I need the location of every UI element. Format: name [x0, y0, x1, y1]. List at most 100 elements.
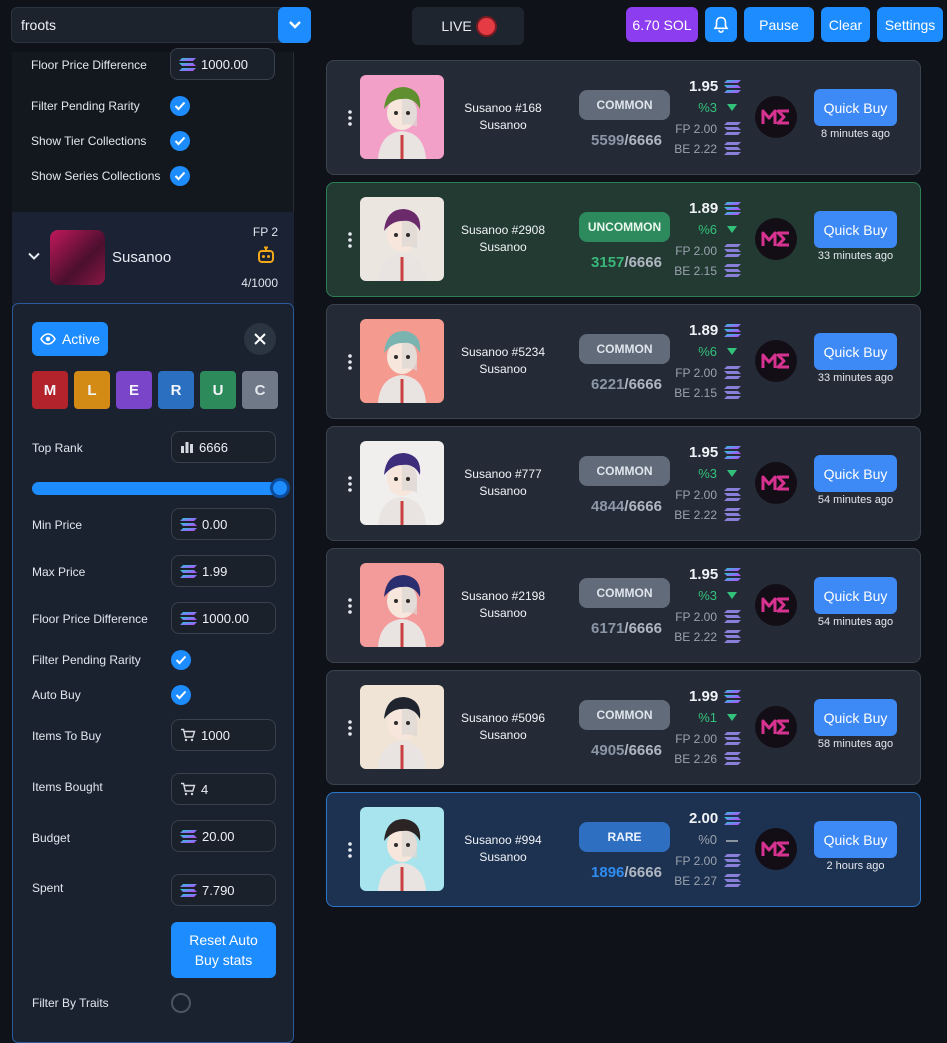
sidebar: Floor Price Difference 1000.00 Filter Pe… [12, 48, 294, 1043]
items-bought-input[interactable]: 4 [171, 773, 276, 805]
items-to-buy-input[interactable]: 1000 [171, 719, 276, 751]
magic-eden-icon[interactable] [755, 340, 797, 382]
reset-auto-buy-button[interactable]: Reset Auto Buy stats [171, 922, 276, 978]
rarity-filter-epic[interactable]: E [116, 371, 152, 409]
clear-button[interactable]: Clear [821, 7, 870, 42]
search-value[interactable]: froots [21, 17, 56, 33]
nft-name: Susanoo #777 [464, 467, 542, 481]
nft-thumbnail[interactable] [360, 807, 444, 891]
nft-thumbnail[interactable] [360, 75, 444, 159]
show-series-checkbox[interactable] [170, 166, 190, 186]
nft-title: Susanoo #777 Susanoo [453, 466, 553, 500]
listing-card[interactable]: Susanoo #994 Susanoo RARE 1896/6666 2.00 %0 FP… [326, 792, 921, 907]
dropdown-button[interactable] [278, 7, 311, 43]
magic-eden-icon[interactable] [755, 584, 797, 626]
listing-card[interactable]: Susanoo #5096 Susanoo COMMON 4905/6666 1.99%… [326, 670, 921, 785]
max-price-input[interactable]: 1.99 [171, 555, 276, 587]
top-rank-slider[interactable] [32, 478, 290, 498]
top-bar: froots LIVE 6.70 SOL Pause Clear Setting… [0, 0, 947, 52]
quick-buy-button[interactable]: Quick Buy [814, 699, 897, 736]
solana-icon [724, 812, 741, 825]
reset-label-line2: Buy stats [194, 952, 253, 968]
kebab-menu-icon[interactable] [348, 352, 352, 372]
budget-value[interactable]: 20.00 [202, 829, 235, 844]
sol-balance-button[interactable]: 6.70 SOL [626, 7, 698, 42]
filter-traits-checkbox[interactable] [171, 993, 191, 1013]
max-price-value[interactable]: 1.99 [202, 564, 227, 579]
solana-icon [180, 830, 197, 843]
chevron-down-icon[interactable] [27, 249, 41, 263]
nft-thumbnail[interactable] [360, 441, 444, 525]
auto-buy-checkbox[interactable] [171, 685, 191, 705]
rarity-filter-rare[interactable]: R [158, 371, 194, 409]
kebab-menu-icon[interactable] [348, 108, 352, 128]
quick-buy-button[interactable]: Quick Buy [814, 333, 897, 370]
top-rank-input[interactable]: 6666 [171, 431, 276, 463]
nft-thumbnail[interactable] [360, 319, 444, 403]
quick-buy-button[interactable]: Quick Buy [814, 577, 897, 614]
nft-title: Susanoo #2908 Susanoo [453, 222, 553, 256]
notifications-button[interactable] [705, 7, 737, 42]
listing-card[interactable]: Susanoo #168 Susanoo COMMON 5599/6666 1.95 %3… [326, 60, 921, 175]
listing-price: 1.89 [689, 200, 719, 217]
active-toggle-button[interactable]: Active [32, 322, 108, 356]
min-price-input[interactable]: 0.00 [171, 508, 276, 540]
quick-buy-button[interactable]: Quick Buy [814, 89, 897, 126]
slider-track[interactable] [32, 482, 280, 495]
close-panel-button[interactable] [244, 323, 276, 355]
spent-value[interactable]: 7.790 [202, 883, 235, 898]
listing-card[interactable]: Susanoo #2908 Susanoo UNCOMMON 3157/6666 1.8… [326, 182, 921, 297]
floor-diff-value[interactable]: 1000.00 [202, 611, 249, 626]
show-tier-checkbox[interactable] [170, 131, 190, 151]
nft-thumbnail[interactable] [360, 685, 444, 769]
listing-card[interactable]: Susanoo #5234 Susanoo COMMON 6221/6666 1.89%… [326, 304, 921, 419]
items-to-buy-value[interactable]: 1000 [201, 728, 230, 743]
kebab-menu-icon[interactable] [348, 474, 352, 494]
slider-handle[interactable] [270, 478, 290, 498]
nft-artwork-image [378, 697, 426, 769]
live-indicator[interactable]: LIVE [412, 7, 524, 45]
min-price-value[interactable]: 0.00 [202, 517, 227, 532]
items-bought-value[interactable]: 4 [201, 782, 208, 797]
solana-icon [724, 80, 741, 93]
magic-eden-icon[interactable] [755, 706, 797, 748]
rank-supply: /6666 [624, 620, 662, 637]
quick-buy-button[interactable]: Quick Buy [814, 821, 897, 858]
budget-input[interactable]: 20.00 [171, 820, 276, 852]
floor-diff-input[interactable]: 1000.00 [171, 602, 276, 634]
top-rank-value[interactable]: 6666 [199, 440, 228, 455]
quick-buy-button[interactable]: Quick Buy [814, 211, 897, 248]
kebab-menu-icon[interactable] [348, 718, 352, 738]
nft-thumbnail[interactable] [360, 197, 444, 281]
settings-button[interactable]: Settings [877, 7, 943, 42]
magic-eden-icon[interactable] [755, 218, 797, 260]
collection-search-input[interactable]: froots [11, 7, 311, 43]
magic-eden-icon[interactable] [755, 462, 797, 504]
collection-header[interactable]: Susanoo FP 2 4/1000 [12, 212, 294, 304]
floor-percent-diff: %3 [698, 588, 717, 603]
quick-buy-button[interactable]: Quick Buy [814, 455, 897, 492]
kebab-menu-icon[interactable] [348, 596, 352, 616]
magic-eden-icon[interactable] [755, 96, 797, 138]
top-rank-label: Top Rank [32, 441, 83, 455]
solana-icon [724, 366, 741, 379]
pause-button[interactable]: Pause [744, 7, 814, 42]
listing-card[interactable]: Susanoo #2198 Susanoo COMMON 6171/6666 1.95%… [326, 548, 921, 663]
rarity-filter-legendary[interactable]: L [74, 371, 110, 409]
rarity-filter-mythic[interactable]: M [32, 371, 68, 409]
rarity-badge: COMMON [579, 578, 670, 608]
spent-input[interactable]: 7.790 [171, 874, 276, 906]
rarity-filter-uncommon[interactable]: U [200, 371, 236, 409]
rarity-filter-common[interactable]: C [242, 371, 278, 409]
listing-card[interactable]: Susanoo #777 Susanoo COMMON 4844/6666 1.95 %3… [326, 426, 921, 541]
floor-diff-value[interactable]: 1000.00 [201, 57, 248, 72]
kebab-menu-icon[interactable] [348, 840, 352, 860]
kebab-menu-icon[interactable] [348, 230, 352, 250]
floor-diff-input[interactable]: 1000.00 [170, 48, 275, 80]
nft-thumbnail[interactable] [360, 563, 444, 647]
filter-pending-checkbox[interactable] [170, 96, 190, 116]
magic-eden-icon[interactable] [755, 828, 797, 870]
filter-pending-checkbox[interactable] [171, 650, 191, 670]
rarity-rank: 5599/6666 [581, 132, 672, 149]
floor-price: FP 2.00 [675, 854, 717, 868]
